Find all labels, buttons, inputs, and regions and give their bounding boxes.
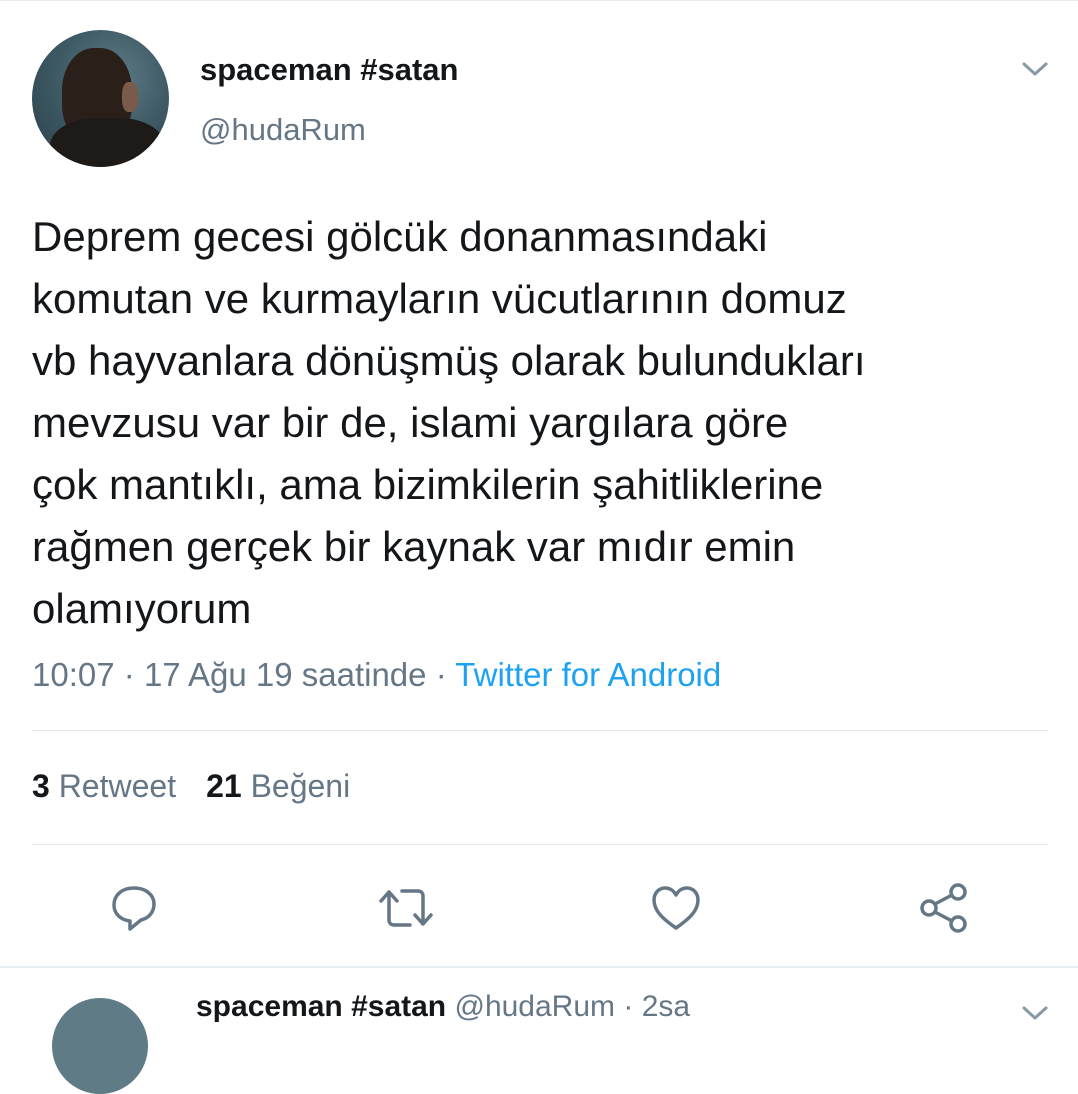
retweet-stat[interactable]: 3 Retweet — [32, 768, 176, 804]
next-tweet-header[interactable]: spaceman #satan @hudaRum · 2sa — [196, 990, 690, 1024]
next-tweet-handle: @hudaRum — [454, 990, 616, 1023]
chevron-down-icon[interactable] — [1018, 1000, 1052, 1024]
retweet-label: Retweet — [58, 768, 177, 804]
tweet-text-line: çok mantıklı, ama bizimkilerin şahitlikl… — [32, 461, 824, 508]
next-tweet-avatar[interactable] — [52, 998, 148, 1094]
meta-separator: · — [435, 656, 447, 693]
meta-separator: · — [123, 656, 135, 693]
tweet-text: Deprem gecesi gölcük donanmasındaki komu… — [32, 206, 1042, 640]
tweet-stats: 3 Retweet 21 Beğeni — [32, 768, 350, 805]
like-icon — [652, 886, 700, 930]
tweet-time: 10:07 — [32, 656, 115, 693]
tweet-text-line: mevzusu var bir de, islami yargılara gör… — [32, 399, 789, 446]
tweet-text-line: olamıyorum — [32, 585, 252, 632]
tweet-text-line: rağmen gerçek bir kaynak var mıdır emin — [32, 523, 796, 570]
retweet-icon — [379, 889, 433, 927]
tweet-date: 17 Ağu 19 saatinde — [143, 656, 427, 693]
reply-icon — [112, 886, 156, 931]
avatar-body — [50, 118, 165, 167]
tweet-metadata: 10:07 · 17 Ağu 19 saatinde · Twitter for… — [32, 656, 721, 694]
display-name[interactable]: spaceman #satan — [200, 52, 458, 88]
tweet-separator — [0, 966, 1078, 968]
avatar[interactable] — [32, 30, 169, 167]
chevron-down-icon[interactable] — [1018, 56, 1052, 80]
next-tweet-display-name: spaceman #satan — [196, 990, 447, 1023]
like-label: Beğeni — [250, 768, 351, 804]
retweet-button[interactable] — [376, 878, 436, 938]
like-stat[interactable]: 21 Beğeni — [206, 768, 350, 804]
user-handle[interactable]: @hudaRum — [200, 112, 366, 148]
share-icon — [920, 883, 967, 933]
like-count: 21 — [206, 768, 242, 804]
tweet-text-line: vb hayvanlara dönüşmüş olarak bulundukla… — [32, 337, 866, 384]
reply-button[interactable] — [104, 878, 164, 938]
next-tweet-time: · 2sa — [623, 990, 691, 1023]
share-button[interactable] — [914, 878, 974, 938]
retweet-count: 3 — [32, 768, 50, 804]
divider — [32, 844, 1048, 845]
tweet-text-line: komutan ve kurmayların vücutlarının domu… — [32, 275, 847, 322]
tweet-source-link[interactable]: Twitter for Android — [455, 656, 721, 693]
top-divider — [0, 0, 1078, 1]
divider — [32, 730, 1048, 731]
avatar-face — [122, 82, 138, 112]
tweet-text-line: Deprem gecesi gölcük donanmasındaki — [32, 213, 768, 260]
like-button[interactable] — [646, 878, 706, 938]
